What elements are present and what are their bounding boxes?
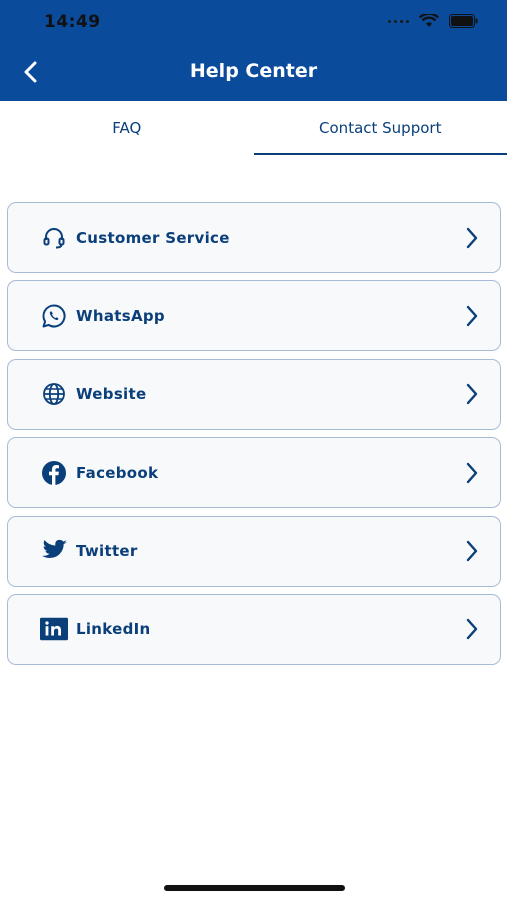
contact-item-label: Facebook: [76, 463, 159, 482]
facebook-icon: [42, 460, 66, 485]
contact-list: Customer Service WhatsApp Website Facebo…: [7, 202, 501, 672]
tab-contact-support[interactable]: Contact Support: [253, 101, 507, 155]
chevron-right-icon: [466, 384, 478, 405]
chevron-right-icon: [466, 305, 478, 327]
contact-item-label: WhatsApp: [76, 306, 165, 325]
chevron-right-icon: [466, 227, 478, 248]
chevron-right-icon: [466, 619, 478, 640]
globe-icon: [43, 383, 65, 406]
headset-icon: [43, 227, 65, 248]
contact-item-twitter[interactable]: Twitter: [7, 515, 501, 587]
chevron-right-icon: [466, 462, 478, 483]
contact-item-website[interactable]: Website: [7, 358, 501, 430]
status-time: 14:49: [44, 12, 101, 32]
contact-item-linkedin[interactable]: LinkedIn: [7, 593, 501, 665]
chevron-right-icon: [466, 540, 478, 562]
contact-item-whatsapp[interactable]: WhatsApp: [7, 280, 501, 352]
contact-item-label: LinkedIn: [76, 620, 151, 639]
page-title: Help Center: [189, 60, 318, 82]
contact-item-label: Website: [76, 385, 147, 404]
tab-faq[interactable]: FAQ: [0, 101, 254, 155]
linkedin-icon: [40, 618, 68, 641]
wifi-icon: [419, 14, 439, 27]
contact-item-facebook[interactable]: Facebook: [7, 437, 501, 509]
contact-item-label: Twitter: [76, 542, 138, 561]
contact-item-label: Customer Service: [76, 228, 230, 247]
contact-item-customer-service[interactable]: Customer Service: [7, 202, 501, 273]
battery-icon: [449, 14, 478, 28]
home-indicator[interactable]: [164, 885, 345, 891]
app-header: 14:49 Help Center: [0, 0, 507, 101]
whatsapp-icon: [42, 304, 66, 328]
twitter-icon: [41, 539, 68, 559]
signal-icon: [388, 19, 409, 23]
status-icons: [388, 14, 479, 28]
tab-bar: FAQ Contact Support: [0, 101, 507, 155]
